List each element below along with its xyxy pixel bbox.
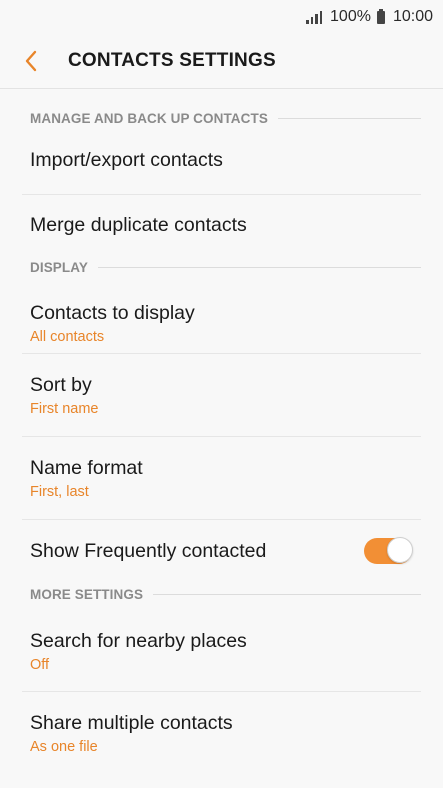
- app-header: CONTACTS SETTINGS: [0, 34, 443, 89]
- back-button[interactable]: [0, 34, 68, 88]
- item-label: Contacts to display: [30, 302, 195, 324]
- section-divider: [277, 117, 421, 119]
- item-value: As one file: [30, 739, 98, 755]
- share-multiple-contacts-item[interactable]: Share multiple contacts As one file: [0, 692, 443, 775]
- contacts-to-display-item[interactable]: Contacts to display All contacts: [0, 279, 443, 354]
- clock: 10:00: [392, 8, 433, 25]
- item-label: Share multiple contacts: [30, 712, 233, 734]
- show-frequently-contacted-toggle[interactable]: [364, 537, 413, 564]
- item-label: Merge duplicate contacts: [30, 213, 247, 236]
- merge-duplicate-contacts-item[interactable]: Merge duplicate contacts: [0, 195, 443, 255]
- toggle-knob: [387, 537, 413, 563]
- battery-icon: [376, 8, 385, 24]
- section-more-header: MORE SETTINGS: [0, 582, 443, 606]
- page-title: CONTACTS SETTINGS: [68, 50, 276, 71]
- status-bar: 100% 10:00: [0, 0, 443, 34]
- chevron-left-icon: [25, 50, 37, 72]
- section-display-header: DISPLAY: [0, 255, 443, 279]
- section-divider: [153, 593, 421, 595]
- section-title: DISPLAY: [30, 259, 88, 275]
- section-title: MORE SETTINGS: [30, 586, 144, 602]
- item-label: Sort by: [30, 374, 92, 396]
- item-label: Search for nearby places: [30, 629, 247, 652]
- section-manage-header: MANAGE AND BACK UP CONTACTS: [0, 89, 443, 147]
- show-frequently-contacted-item[interactable]: Show Frequently contacted: [0, 520, 443, 582]
- battery-percentage: 100%: [330, 8, 371, 25]
- import-export-contacts-item[interactable]: Import/export contacts: [0, 147, 443, 195]
- search-nearby-places-item[interactable]: Search for nearby places Off: [0, 606, 443, 692]
- signal-icon: [306, 10, 323, 24]
- sort-by-item[interactable]: Sort by First name: [0, 354, 443, 437]
- item-label: Show Frequently contacted: [30, 539, 267, 562]
- item-value: First name: [30, 401, 99, 417]
- item-label: Name format: [30, 457, 143, 479]
- item-value: Off: [30, 656, 50, 673]
- item-value: First, last: [30, 484, 89, 500]
- name-format-item[interactable]: Name format First, last: [0, 437, 443, 520]
- section-divider: [97, 266, 421, 268]
- item-label: Import/export contacts: [30, 149, 223, 171]
- item-value: All contacts: [30, 329, 105, 345]
- section-title: MANAGE AND BACK UP CONTACTS: [30, 110, 268, 126]
